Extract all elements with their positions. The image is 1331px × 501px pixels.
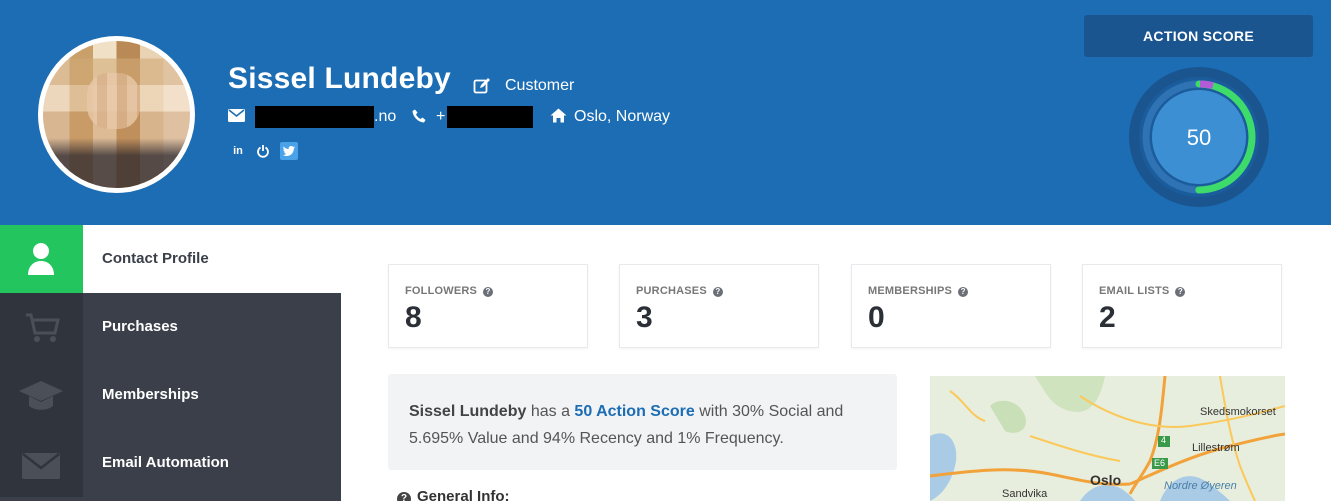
redacted-phone	[447, 106, 533, 128]
profile-header: Sissel Lundeby Customer .no + Oslo, Norw…	[0, 0, 1331, 225]
help-icon[interactable]: ?	[483, 287, 494, 297]
general-info-label: General Info:	[417, 488, 510, 501]
summary-name: Sissel Lundeby	[409, 403, 527, 420]
redacted-email	[255, 106, 374, 128]
twitter-icon[interactable]	[280, 142, 298, 160]
power-icon[interactable]	[254, 142, 272, 160]
help-icon[interactable]: ?	[712, 287, 723, 297]
help-icon[interactable]: ?	[1175, 287, 1186, 297]
stat-label: PURCHASES	[636, 285, 707, 297]
map-label: Sandvika	[1002, 488, 1048, 500]
sidebar-item-label: Purchases	[102, 318, 178, 335]
sidebar-item-label: Email Automation	[102, 454, 229, 471]
user-icon	[0, 225, 83, 293]
map-label: Skedsmokorset	[1200, 406, 1276, 418]
general-info-heading: ? General Info:	[397, 488, 510, 501]
sidebar-item-purchases[interactable]: Purchases	[0, 293, 341, 361]
score-summary: Sissel Lundeby has a 50 Action Score wit…	[388, 374, 897, 470]
email-suffix[interactable]: .no	[374, 108, 396, 126]
stat-value: 3	[636, 301, 653, 334]
location: Oslo, Norway	[574, 108, 671, 125]
sidebar-item-label: Memberships	[102, 386, 199, 403]
stat-value: 0	[868, 301, 885, 334]
location-map[interactable]: Skedsmokorset Lillestrøm Oslo Nordre Øye…	[930, 376, 1285, 501]
envelope-icon	[0, 429, 83, 497]
main-content: FOLLOWERS? 8 PURCHASES? 3 MEMBERSHIPS? 0…	[341, 225, 1331, 501]
action-score-gauge: 50	[1129, 67, 1269, 207]
avatar	[38, 36, 195, 193]
sidebar-item-label: Contact Profile	[102, 250, 209, 267]
action-score-label: ACTION SCORE	[1084, 15, 1313, 57]
help-icon[interactable]: ?	[958, 287, 969, 297]
map-label: Nordre Øyeren	[1164, 480, 1237, 492]
home-icon	[550, 108, 567, 123]
stat-card-memberships: MEMBERSHIPS? 0	[851, 264, 1051, 348]
phone-prefix[interactable]: +	[436, 108, 445, 126]
sidebar-item-memberships[interactable]: Memberships	[0, 361, 341, 429]
help-icon[interactable]: ?	[397, 492, 411, 501]
cart-icon	[0, 293, 83, 361]
map-label: Oslo	[1090, 472, 1122, 488]
phone-icon	[412, 109, 426, 123]
stat-label: MEMBERSHIPS	[868, 285, 953, 297]
envelope-icon	[228, 109, 245, 122]
summary-text: has a	[530, 403, 570, 420]
stat-card-followers: FOLLOWERS? 8	[388, 264, 588, 348]
contact-name: Sissel Lundeby	[228, 62, 451, 95]
linkedin-icon[interactable]: in	[229, 142, 247, 160]
stat-card-email-lists: EMAIL LISTS? 2	[1082, 264, 1282, 348]
edit-icon[interactable]	[473, 77, 491, 95]
stat-value: 8	[405, 301, 422, 334]
sidebar-item-email-automation[interactable]: Email Automation	[0, 429, 341, 497]
sidebar: Contact Profile Purchases Memberships Em…	[0, 225, 341, 501]
action-score-value: 50	[1187, 125, 1211, 150]
contact-role: Customer	[505, 77, 575, 94]
graduation-cap-icon	[0, 361, 83, 429]
stat-value: 2	[1099, 301, 1116, 334]
action-score-link[interactable]: 50 Action Score	[574, 403, 694, 420]
road-number: E6	[1154, 458, 1166, 468]
contact-details: .no + Oslo, Norway	[228, 106, 728, 128]
sidebar-item-contact-profile[interactable]: Contact Profile	[0, 225, 341, 293]
stat-label: EMAIL LISTS	[1099, 285, 1170, 297]
map-label: Lillestrøm	[1192, 442, 1240, 454]
stat-label: FOLLOWERS	[405, 285, 478, 297]
social-links: in	[229, 142, 309, 160]
road-number: 4	[1161, 435, 1167, 445]
stat-card-purchases: PURCHASES? 3	[619, 264, 819, 348]
